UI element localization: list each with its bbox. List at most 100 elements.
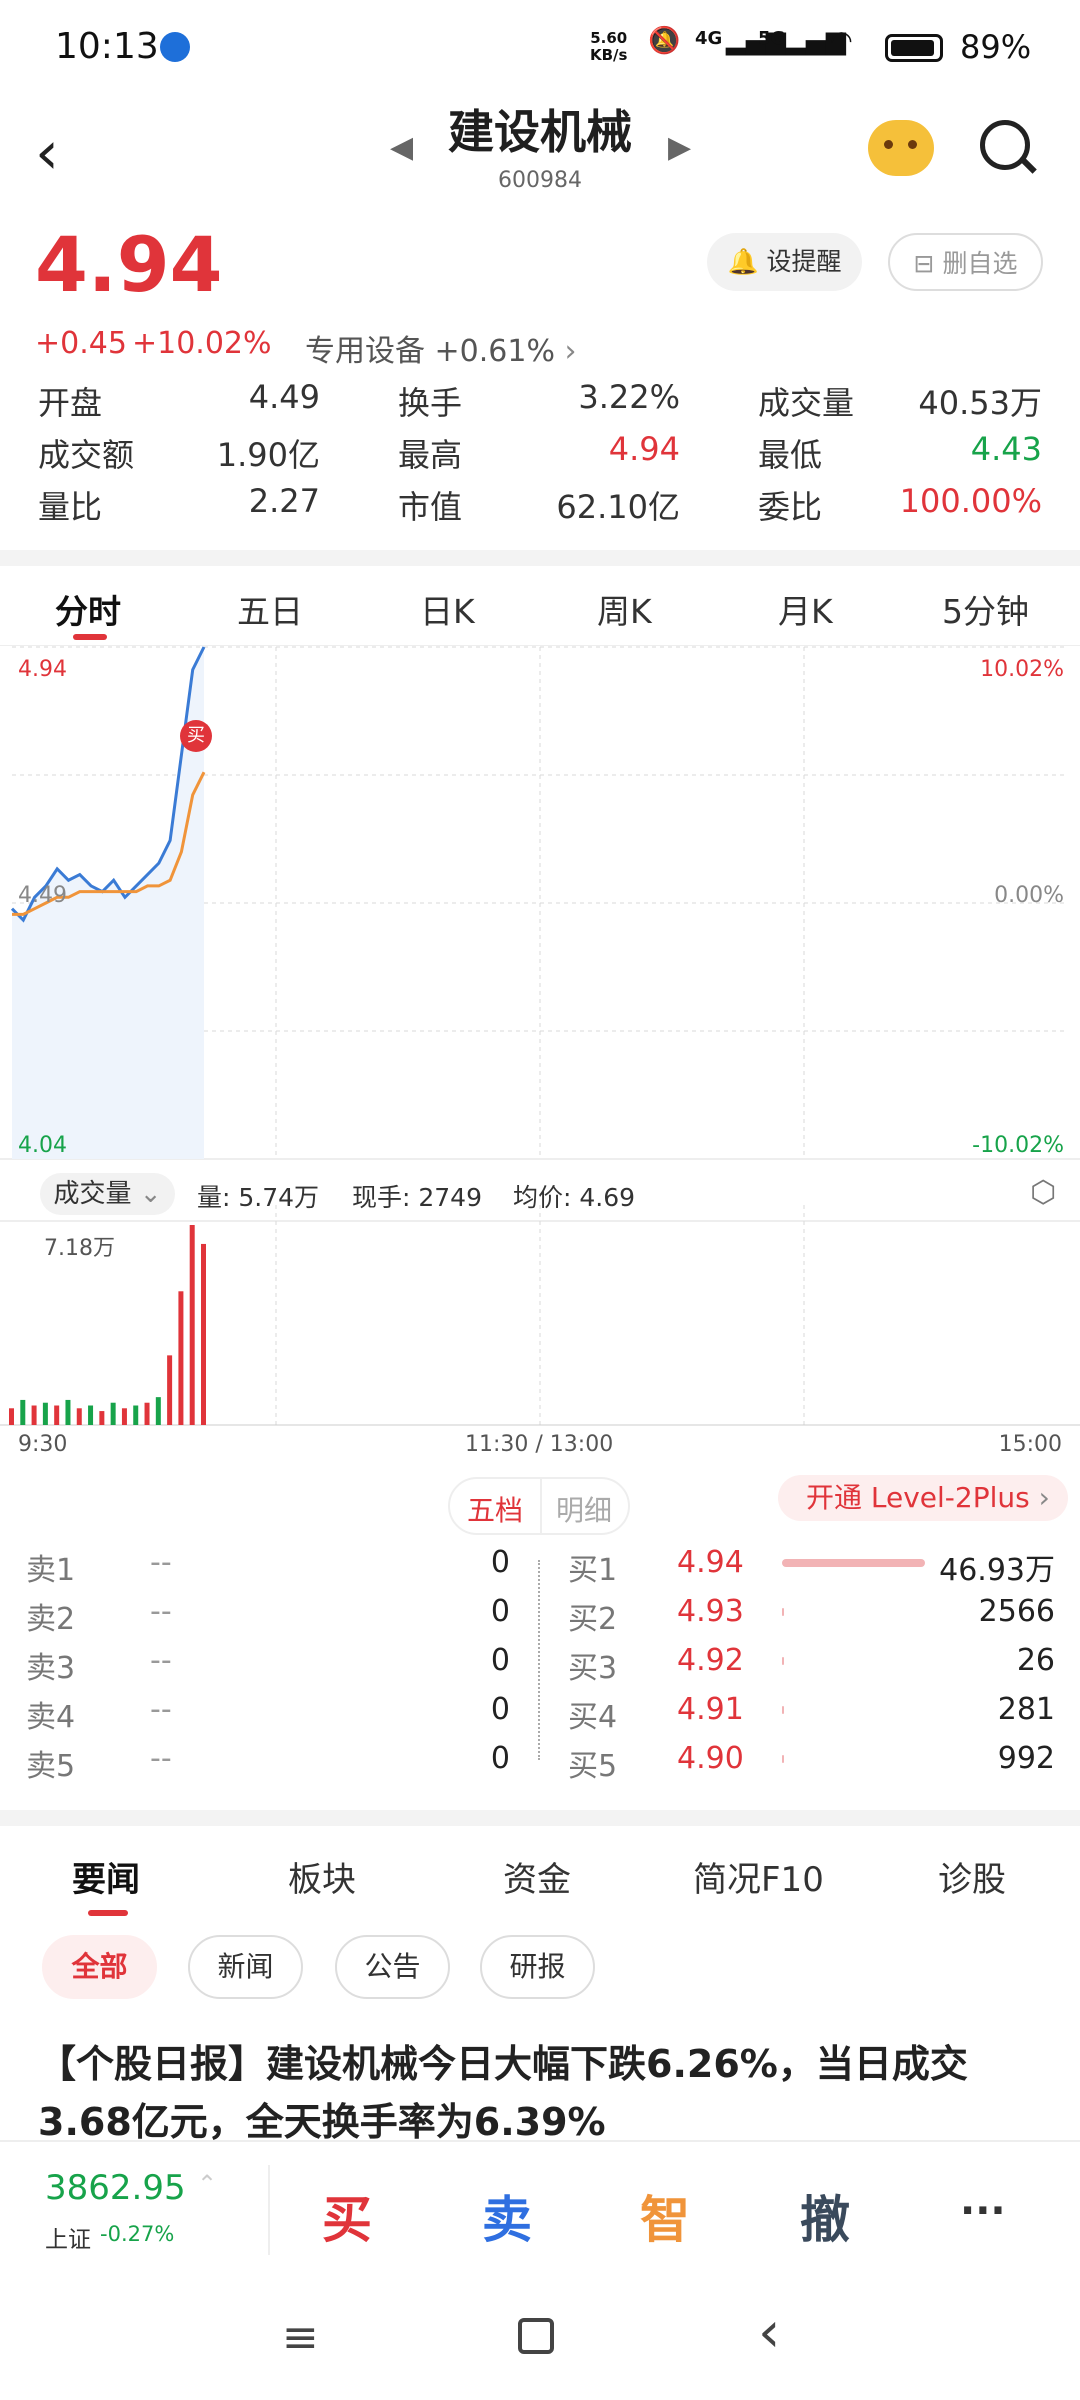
buy-level-label: 买2 xyxy=(568,1602,618,1637)
volume-max-label: 7.18万 xyxy=(44,1236,115,1261)
sell-level-volume: 0 xyxy=(490,1643,510,1678)
chevron-down-icon: ⌄ xyxy=(139,1179,162,1209)
sell-level-price: -- xyxy=(150,1545,172,1580)
buy-marker[interactable]: 买 xyxy=(180,720,212,752)
chevron-right-icon: › xyxy=(1038,1481,1050,1514)
menu-icon[interactable]: ≡ xyxy=(282,2312,319,2363)
settings-hex-icon[interactable]: ⬡ xyxy=(1030,1175,1056,1210)
news-filter-chip[interactable]: 新闻 xyxy=(188,1935,303,1999)
stat-label: 开盘 xyxy=(38,384,103,422)
intraday-chart[interactable] xyxy=(0,645,1080,1445)
sell-level-volume: 0 xyxy=(490,1741,510,1776)
volume-bar xyxy=(167,1355,173,1425)
buy-volume-bar xyxy=(782,1608,784,1616)
buy-level-label: 买1 xyxy=(568,1553,618,1588)
volume-bar xyxy=(133,1405,139,1425)
pct-high-label: 10.02% xyxy=(980,657,1064,682)
buy-level-label: 买4 xyxy=(568,1700,618,1735)
volume-selector[interactable]: 成交量 ⌄ xyxy=(40,1173,175,1215)
home-icon[interactable] xyxy=(518,2318,554,2354)
price-low-label: 4.04 xyxy=(18,1133,67,1158)
signal-4g-icon: 4G xyxy=(695,28,723,49)
chart-tab[interactable]: 月K xyxy=(778,585,833,633)
smart-button[interactable]: 智 xyxy=(640,2180,690,2252)
chart-tab[interactable]: 日K xyxy=(420,585,475,633)
stat-value: 4.49 xyxy=(248,378,320,416)
battery-percent: 89% xyxy=(960,28,1032,66)
sell-level-label: 卖3 xyxy=(26,1651,76,1686)
news-headline[interactable]: 【个股日报】建设机械今日大幅下跌6.26%，当日成交3.68亿元，全天换手率为6… xyxy=(38,2035,1048,2151)
sell-button[interactable]: 卖 xyxy=(482,2180,532,2252)
news-filter-chip[interactable]: 公告 xyxy=(335,1935,450,1999)
buy-level-volume: 26 xyxy=(1016,1643,1055,1678)
news-tab[interactable]: 简况F10 xyxy=(693,1852,824,1901)
stat-label: 委比 xyxy=(758,488,823,526)
news-tab[interactable]: 板块 xyxy=(288,1852,356,1901)
pct-mid-label: 0.00% xyxy=(994,883,1064,908)
sell-level-price: -- xyxy=(150,1594,172,1629)
status-bar: 10:13 5.60 KB/s 🔕 4G ▂▄▆ 5G ▂▄▆ ◠ 89% xyxy=(0,0,1080,95)
index-name: 上证 xyxy=(45,2227,91,2253)
chart-tab[interactable]: 五日 xyxy=(237,585,303,633)
sector-link[interactable]: 专用设备 +0.61% › xyxy=(305,326,577,370)
volume-bar xyxy=(201,1243,206,1425)
volume-bar xyxy=(20,1399,26,1425)
set-alert-button[interactable]: 🔔 设提醒 xyxy=(707,233,862,291)
sell-level-label: 卖5 xyxy=(26,1749,76,1784)
cancel-order-button[interactable]: 撤 xyxy=(800,2180,850,2252)
sell-level-volume: 0 xyxy=(490,1594,510,1629)
chart-tab[interactable]: 分时 xyxy=(55,585,121,633)
stat-label: 换手 xyxy=(398,384,463,422)
sell-level-price: -- xyxy=(150,1643,172,1678)
tab-five-levels[interactable]: 五档 xyxy=(467,1489,523,1529)
buy-level-price: 4.91 xyxy=(677,1692,744,1727)
volume-bar xyxy=(65,1399,71,1425)
volume-bar xyxy=(9,1408,14,1425)
buy-button[interactable]: 买 xyxy=(322,2180,372,2252)
index-ticker[interactable]: 3862.95 ⌃ 上证 -0.27% xyxy=(45,2168,265,2258)
volume-bar xyxy=(88,1405,94,1425)
volume-bar xyxy=(76,1408,82,1425)
sell-level-volume: 0 xyxy=(490,1545,510,1580)
back-nav-icon[interactable]: ‹ xyxy=(758,2300,780,2365)
mascot-icon[interactable] xyxy=(868,120,934,176)
buy-level-price: 4.92 xyxy=(677,1643,744,1678)
pct-low-label: -10.02% xyxy=(972,1133,1064,1158)
news-tab[interactable]: 资金 xyxy=(503,1852,571,1901)
news-filter-chip[interactable]: 全部 xyxy=(42,1935,157,1999)
sell-level-price: -- xyxy=(150,1741,172,1776)
volume-bar xyxy=(99,1411,105,1425)
news-filter-chip[interactable]: 研报 xyxy=(480,1935,595,1999)
news-tab-indicator xyxy=(88,1910,128,1916)
time-mid: 11:30 / 13:00 xyxy=(465,1432,614,1457)
divider xyxy=(0,550,1080,566)
chart-tab[interactable]: 周K xyxy=(597,585,652,633)
minus-box-icon: ⊟ xyxy=(913,249,935,278)
search-icon[interactable] xyxy=(980,120,1030,170)
tab-details[interactable]: 明细 xyxy=(556,1489,612,1529)
next-stock-icon[interactable]: ▶ xyxy=(668,130,691,165)
news-tab[interactable]: 要闻 xyxy=(72,1852,140,1901)
level2-upgrade-button[interactable]: 开通 Level-2Plus › xyxy=(778,1475,1068,1521)
chevron-right-icon: › xyxy=(564,334,577,369)
price-mid-label: 4.49 xyxy=(18,883,67,908)
time-end: 15:00 xyxy=(998,1432,1062,1457)
stat-value: 3.22% xyxy=(578,378,680,416)
signal-5g-icon: 5G xyxy=(758,28,786,49)
sell-level-label: 卖4 xyxy=(26,1700,76,1735)
news-tab[interactable]: 诊股 xyxy=(938,1852,1006,1901)
orderbook-divider xyxy=(538,1560,540,1760)
mute-icon: 🔕 xyxy=(648,26,681,56)
bottom-divider xyxy=(0,2140,1080,2142)
wifi-icon: ◠ xyxy=(830,26,853,56)
volume-bar xyxy=(110,1402,116,1425)
buy-volume-bar xyxy=(782,1706,784,1714)
buy-level-price: 4.94 xyxy=(677,1545,744,1580)
chart-tab[interactable]: 5分钟 xyxy=(942,585,1029,633)
remove-watchlist-button[interactable]: ⊟ 删自选 xyxy=(888,233,1043,291)
volume-bar xyxy=(121,1408,127,1425)
price-change: +0.45 xyxy=(35,326,127,361)
more-button[interactable]: ··· xyxy=(960,2188,1006,2234)
time-start: 9:30 xyxy=(18,1432,68,1457)
stat-value: 100.00% xyxy=(899,482,1042,520)
